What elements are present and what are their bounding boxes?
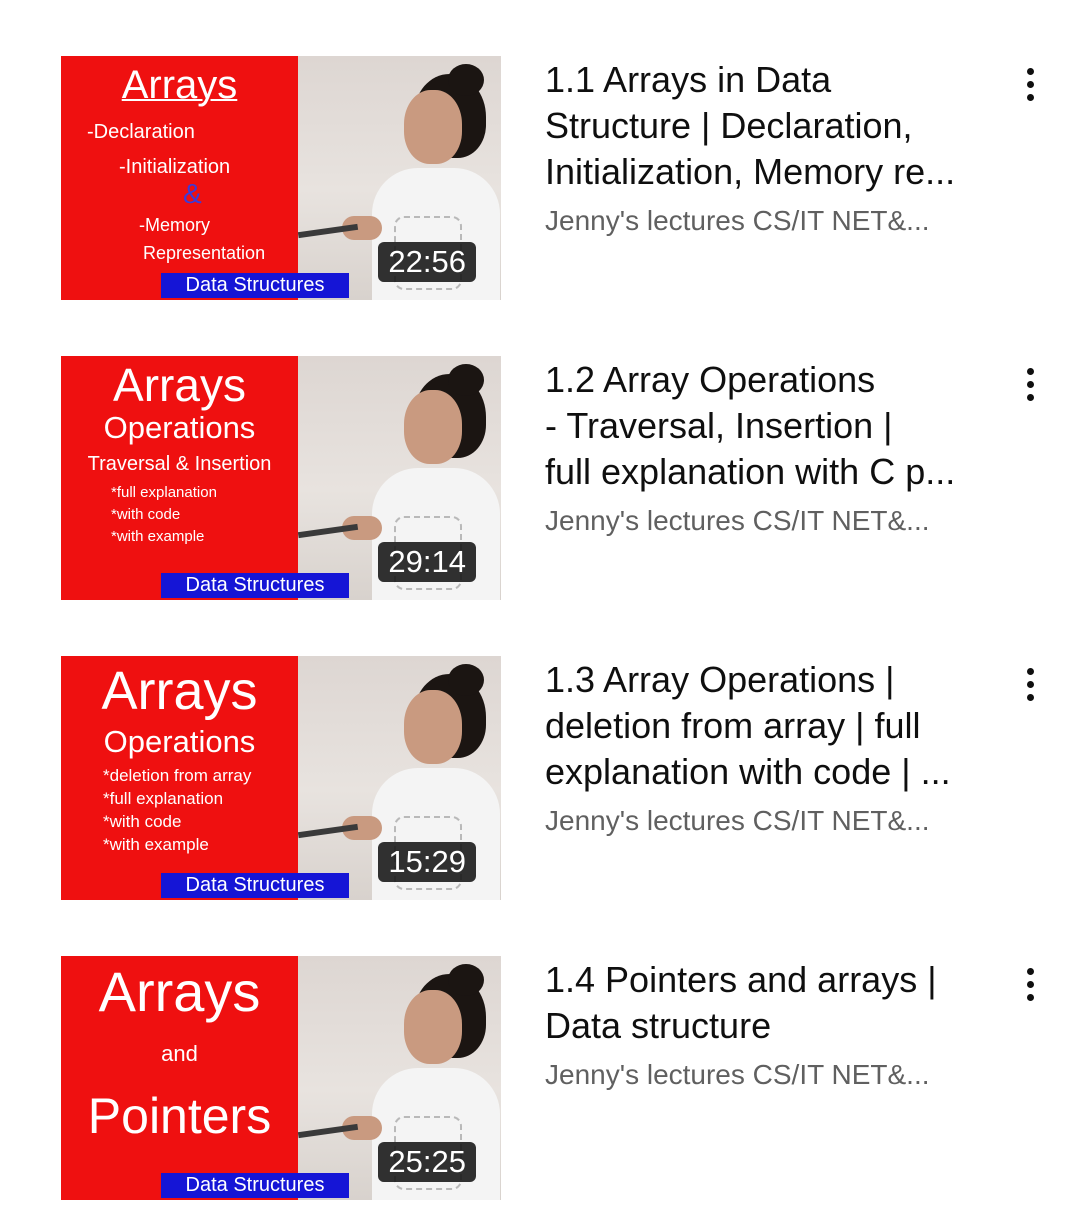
- video-list-item[interactable]: Arrays and Pointers Data Structures 25:2…: [0, 956, 1080, 1206]
- thumbnail-line: -Memory: [139, 215, 210, 235]
- thumbnail-ampersand: &: [183, 178, 202, 209]
- thumbnail-bullet: *with code: [103, 812, 182, 831]
- video-title-line: 1.1 Arrays in Data: [545, 59, 832, 100]
- channel-name[interactable]: Jenny's lectures CS/IT NET&...: [545, 803, 995, 839]
- video-list-item[interactable]: Arrays -Declaration -Initialization & -M…: [0, 56, 1080, 306]
- thumbnail-badge: Data Structures: [161, 1173, 349, 1198]
- thumbnail-bullet: *with example: [111, 528, 205, 545]
- thumbnail-line: -Declaration: [87, 121, 195, 143]
- video-thumbnail[interactable]: Arrays and Pointers Data Structures 25:2…: [61, 956, 501, 1200]
- dot: [1026, 80, 1034, 88]
- thumbnail-line: Representation: [143, 243, 266, 263]
- thumbnail-bottom: Pointers: [87, 1088, 272, 1144]
- dot: [1026, 667, 1034, 675]
- duration-badge: 22:56: [378, 242, 476, 282]
- thumbnail-bullet: *full explanation: [111, 484, 217, 501]
- hair-bun-shape: [448, 964, 484, 996]
- channel-name[interactable]: Jenny's lectures CS/IT NET&...: [545, 1057, 995, 1093]
- dot: [1026, 693, 1034, 701]
- video-info[interactable]: 1.4 Pointers and arrays | Data structure…: [545, 956, 995, 1093]
- thumbnail-text: Arrays Operations Traversal & Insertion …: [61, 356, 298, 600]
- hair-bun-shape: [448, 664, 484, 696]
- thumbnail-title: Arrays: [98, 960, 261, 1023]
- thumbnail-line: Traversal & Insertion: [87, 453, 272, 475]
- video-info[interactable]: 1.1 Arrays in Data Structure | Declarati…: [545, 56, 995, 239]
- dot: [1026, 980, 1034, 988]
- video-list-item[interactable]: Arrays Operations Traversal & Insertion …: [0, 356, 1080, 606]
- dot: [1026, 67, 1034, 75]
- video-list-item[interactable]: Arrays Operations *deletion from array *…: [0, 656, 1080, 906]
- more-options-icon[interactable]: [1012, 364, 1048, 404]
- video-info[interactable]: 1.2 Array Operations - Traversal, Insert…: [545, 356, 995, 539]
- thumbnail-middle: and: [161, 1041, 198, 1066]
- video-thumbnail[interactable]: Arrays -Declaration -Initialization & -M…: [61, 56, 501, 300]
- dot: [1026, 93, 1034, 101]
- thumbnail-badge: Data Structures: [161, 273, 349, 298]
- thumbnail-text: Arrays Operations *deletion from array *…: [61, 656, 298, 900]
- more-options-icon[interactable]: [1012, 664, 1048, 704]
- video-title-line: explanation with code | ...: [545, 751, 951, 792]
- dot: [1026, 993, 1034, 1001]
- duration-badge: 25:25: [378, 1142, 476, 1182]
- thumbnail-bullet: *full explanation: [103, 789, 224, 808]
- video-title[interactable]: 1.3 Array Operations | deletion from arr…: [545, 657, 995, 795]
- thumbnail-text: Arrays and Pointers: [61, 956, 298, 1200]
- thumbnail-badge: Data Structures: [161, 573, 349, 598]
- face-shape: [404, 990, 462, 1064]
- thumbnail-title: Arrays: [113, 359, 246, 411]
- thumbnail-subtitle: Operations: [103, 724, 256, 759]
- face-shape: [404, 690, 462, 764]
- dot: [1026, 393, 1034, 401]
- dot: [1026, 967, 1034, 975]
- video-title-line: Data structure: [545, 1005, 772, 1046]
- thumbnail-badge: Data Structures: [161, 873, 349, 898]
- video-thumbnail[interactable]: Arrays Operations Traversal & Insertion …: [61, 356, 501, 600]
- thumbnail-line: -Initialization: [119, 156, 231, 178]
- thumbnail-text: Arrays -Declaration -Initialization & -M…: [61, 56, 298, 300]
- video-info[interactable]: 1.3 Array Operations | deletion from arr…: [545, 656, 995, 839]
- face-shape: [404, 390, 462, 464]
- video-title-line: Structure | Declaration,: [545, 105, 913, 146]
- video-title-line: 1.3 Array Operations |: [545, 659, 895, 700]
- face-shape: [404, 90, 462, 164]
- video-title-line: deletion from array | full: [545, 705, 921, 746]
- video-title[interactable]: 1.1 Arrays in Data Structure | Declarati…: [545, 57, 995, 195]
- video-thumbnail[interactable]: Arrays Operations *deletion from array *…: [61, 656, 501, 900]
- thumbnail-bullet: *deletion from array: [103, 766, 252, 785]
- dot: [1026, 680, 1034, 688]
- thumbnail-bullet: *with example: [103, 835, 209, 854]
- video-title-line: full explanation with C p...: [545, 451, 956, 492]
- more-options-icon[interactable]: [1012, 964, 1048, 1004]
- hair-bun-shape: [448, 64, 484, 96]
- video-title-line: Initialization, Memory re...: [545, 151, 956, 192]
- channel-name[interactable]: Jenny's lectures CS/IT NET&...: [545, 503, 995, 539]
- thumbnail-title: Arrays: [121, 63, 238, 107]
- video-title-line: 1.4 Pointers and arrays |: [545, 959, 937, 1000]
- dot: [1026, 380, 1034, 388]
- thumbnail-bullet: *with code: [111, 506, 181, 523]
- video-title[interactable]: 1.2 Array Operations - Traversal, Insert…: [545, 357, 995, 495]
- dot: [1026, 367, 1034, 375]
- channel-name[interactable]: Jenny's lectures CS/IT NET&...: [545, 203, 995, 239]
- hair-bun-shape: [448, 364, 484, 396]
- more-options-icon[interactable]: [1012, 64, 1048, 104]
- duration-badge: 15:29: [378, 842, 476, 882]
- video-title-line: 1.2 Array Operations: [545, 359, 876, 400]
- video-title-line: - Traversal, Insertion |: [545, 405, 893, 446]
- thumbnail-title: Arrays: [101, 661, 258, 721]
- thumbnail-subtitle: Operations: [103, 410, 256, 445]
- video-title[interactable]: 1.4 Pointers and arrays | Data structure: [545, 957, 995, 1049]
- duration-badge: 29:14: [378, 542, 476, 582]
